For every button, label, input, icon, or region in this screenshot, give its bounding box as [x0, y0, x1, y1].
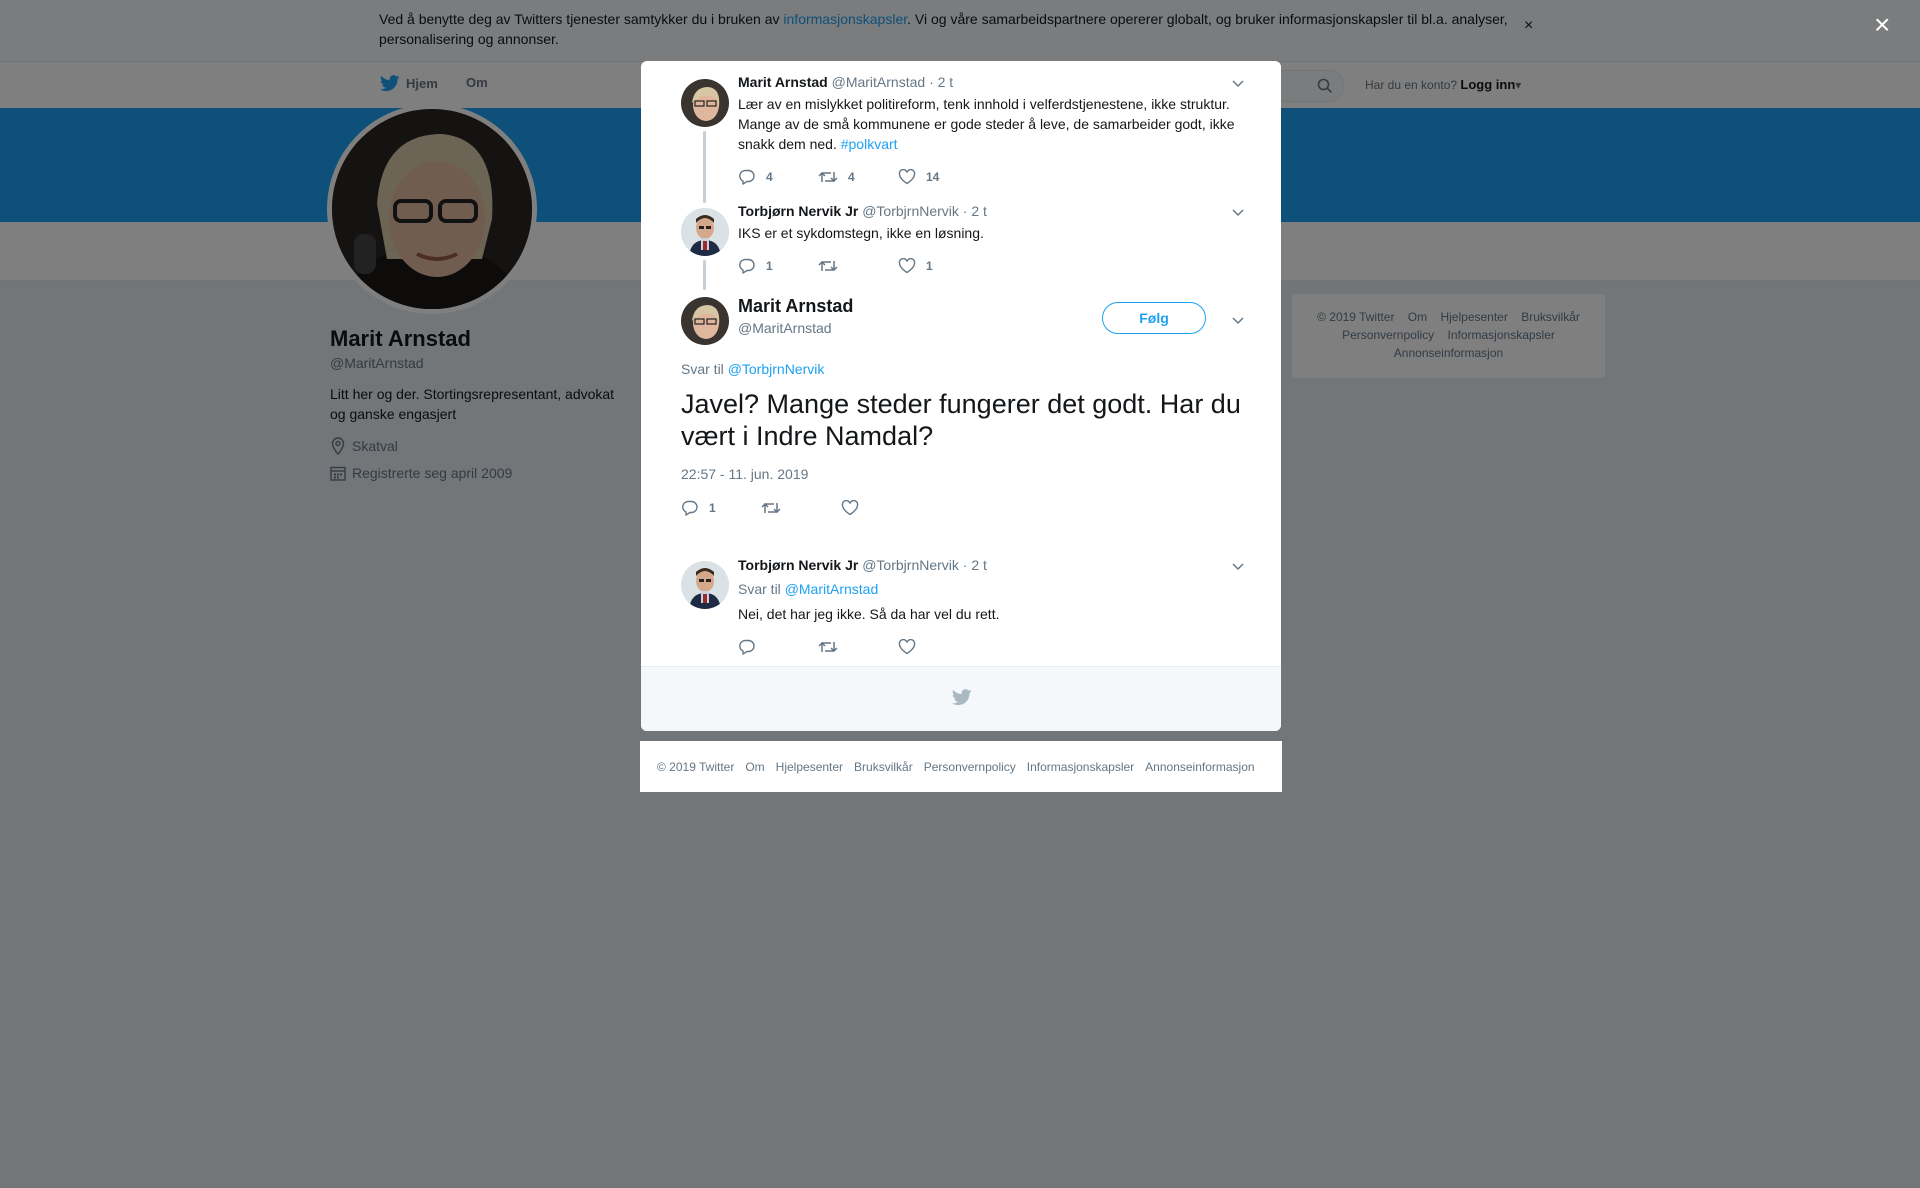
avatar[interactable] [681, 297, 729, 345]
like-button[interactable] [841, 499, 921, 516]
footer-link-privacy[interactable]: Personvernpolicy [924, 760, 1016, 774]
footer-link-help[interactable]: Hjelpesenter [776, 760, 843, 774]
reply-button[interactable]: 1 [681, 499, 761, 516]
avatar[interactable] [681, 79, 729, 127]
avatar[interactable] [681, 208, 729, 256]
reply-button[interactable] [738, 638, 818, 655]
retweet-icon [761, 502, 781, 513]
footer-copyright: © 2019 Twitter [657, 759, 735, 774]
author-name[interactable]: Marit Arnstad [738, 74, 828, 90]
tweet-header: Torbjørn Nervik Jr @TorbjrnNervik · 2 t [738, 557, 987, 573]
like-icon [841, 499, 859, 515]
retweet-icon [818, 171, 838, 182]
modal-page-footer: © 2019 Twitter Om Hjelpesenter Bruksvilk… [640, 741, 1282, 792]
footer-link-ads[interactable]: Annonseinformasjon [1145, 760, 1254, 774]
tweet-time[interactable]: · 2 t [963, 557, 987, 573]
tweet-body: Lær av en mislykket politireform, tenk i… [738, 96, 1235, 152]
reply-button[interactable]: 4 [738, 168, 818, 185]
like-icon [898, 257, 916, 273]
reply-count: 4 [766, 169, 773, 184]
like-count: 1 [926, 258, 933, 273]
thread-connector [703, 131, 706, 203]
avatar[interactable] [681, 561, 729, 609]
footer-link-terms[interactable]: Bruksvilkår [854, 760, 913, 774]
like-count: 14 [926, 169, 940, 184]
retweet-button[interactable] [818, 258, 898, 274]
chevron-down-icon[interactable] [1231, 207, 1245, 217]
tweet-actions [738, 638, 978, 655]
like-icon [898, 168, 916, 184]
reply-context: Svar til @TorbjrnNervik [681, 361, 824, 377]
tweet-actions: 4 4 14 [738, 168, 978, 185]
author-name[interactable]: Torbjørn Nervik Jr [738, 557, 858, 573]
tweet-timestamp[interactable]: 22:57 - 11. jun. 2019 [681, 466, 808, 482]
like-button[interactable] [898, 638, 978, 655]
twitter-bird-icon [952, 689, 972, 706]
like-button[interactable]: 1 [898, 257, 978, 274]
tweet-header: Torbjørn Nervik Jr @TorbjrnNervik · 2 t [738, 203, 987, 219]
like-button[interactable]: 14 [898, 168, 978, 185]
author-handle[interactable]: @MaritArnstad [832, 74, 926, 90]
retweet-button[interactable] [761, 500, 841, 516]
reply-button[interactable]: 1 [738, 257, 818, 274]
like-icon [898, 638, 916, 654]
retweet-count: 4 [848, 169, 855, 184]
tweet-time[interactable]: · 2 t [963, 203, 987, 219]
close-icon[interactable]: × [1874, 11, 1890, 39]
author-handle[interactable]: @TorbjrnNervik [862, 203, 959, 219]
reply-label: Svar til [681, 361, 728, 377]
tweet-text: Lær av en mislykket politireform, tenk i… [738, 94, 1248, 154]
modal-footer [641, 666, 1281, 731]
main-tweet-text: Javel? Mange steder fungerer det godt. H… [681, 389, 1241, 451]
author-handle[interactable]: @MaritArnstad [738, 320, 832, 336]
tweet-header: Marit Arnstad @MaritArnstad · 2 t [738, 74, 953, 90]
mention-link[interactable]: @TorbjrnNervik [728, 361, 825, 377]
thread-connector [703, 260, 706, 290]
chevron-down-icon[interactable] [1231, 561, 1245, 571]
author-name[interactable]: Torbjørn Nervik Jr [738, 203, 858, 219]
reply-context: Svar til @MaritArnstad [738, 581, 878, 597]
author-name[interactable]: Marit Arnstad [738, 296, 853, 317]
retweet-button[interactable] [818, 639, 898, 655]
reply-icon [682, 500, 698, 516]
reply-icon [739, 639, 755, 655]
reply-icon [739, 169, 755, 185]
retweet-button[interactable]: 4 [818, 169, 898, 185]
tweet-actions: 1 1 [738, 257, 978, 274]
retweet-icon [818, 260, 838, 271]
follow-button[interactable]: Følg [1102, 302, 1206, 334]
retweet-icon [818, 641, 838, 652]
chevron-down-icon[interactable] [1231, 78, 1245, 88]
tweet-text: Nei, det har jeg ikke. Så da har vel du … [738, 606, 1000, 622]
reply-count: 1 [709, 500, 716, 515]
tweet-modal: Marit Arnstad @MaritArnstad · 2 t Lær av… [641, 61, 1281, 731]
mention-link[interactable]: @MaritArnstad [785, 581, 879, 597]
reply-count: 1 [766, 258, 773, 273]
footer-link-cookies[interactable]: Informasjonskapsler [1027, 760, 1134, 774]
chevron-down-icon[interactable] [1231, 315, 1245, 325]
footer-link-about[interactable]: Om [745, 760, 764, 774]
tweet-time[interactable]: · 2 t [929, 74, 953, 90]
author-handle[interactable]: @TorbjrnNervik [862, 557, 959, 573]
reply-icon [739, 258, 755, 274]
tweet-actions: 1 [681, 499, 921, 516]
reply-label: Svar til [738, 581, 785, 597]
hashtag-link[interactable]: #polkvart [841, 136, 898, 152]
tweet-text: IKS er et sykdomstegn, ikke en løsning. [738, 225, 984, 241]
